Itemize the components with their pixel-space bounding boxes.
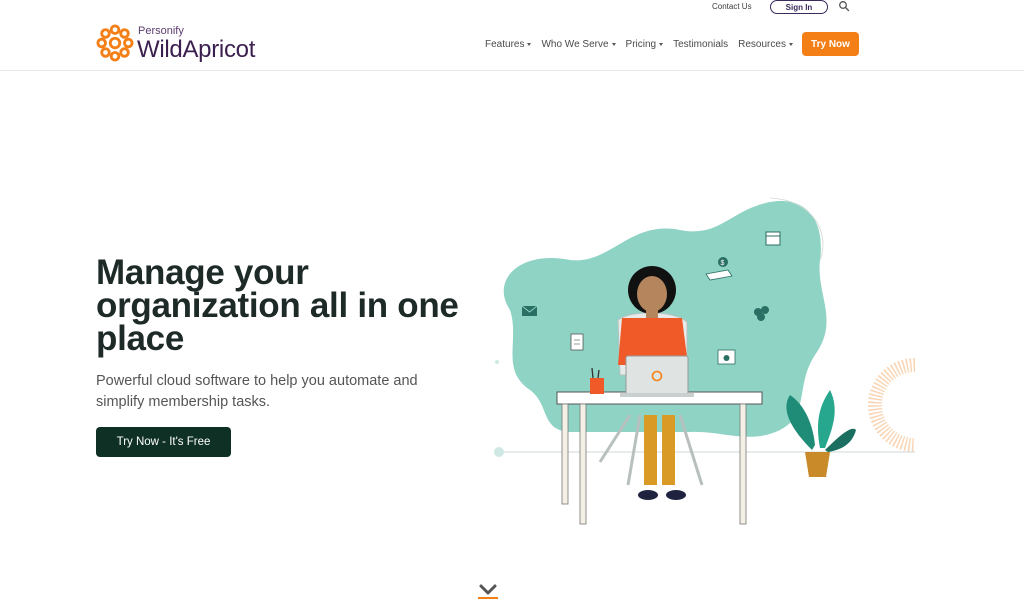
svg-text:$: $: [721, 260, 725, 267]
header-divider: [0, 70, 1024, 71]
chevron-down-icon: [788, 42, 793, 46]
try-now-free-button[interactable]: Try Now - It's Free: [96, 427, 231, 457]
logo-wildapricot-text: WildApricot: [137, 36, 256, 63]
wildapricot-logo[interactable]: Personify WildApricot: [96, 22, 276, 66]
laptop-shape: [620, 355, 694, 397]
nav-item-features[interactable]: Features: [485, 38, 532, 50]
nav-item-label: Who We Serve: [541, 38, 609, 50]
sign-in-button[interactable]: Sign In: [770, 0, 828, 14]
contact-us-link[interactable]: Contact Us: [712, 2, 752, 11]
settings-window-icon: [717, 349, 736, 365]
hero-illustration: $: [494, 197, 916, 525]
nav-item-label: Testimonials: [673, 38, 729, 50]
invoice-icon: [570, 333, 584, 351]
chevron-down-icon: [659, 42, 664, 46]
mail-icon: [521, 305, 538, 316]
search-icon[interactable]: [838, 0, 850, 12]
nav-item-resources[interactable]: Resources: [738, 39, 793, 50]
nav-item-label: Features: [485, 38, 525, 50]
striped-arc-shape: [868, 358, 916, 452]
nav-item-label: Pricing: [625, 38, 657, 50]
scroll-down-chevron-icon[interactable]: [478, 583, 498, 597]
try-now-button[interactable]: Try Now: [802, 32, 859, 56]
main-nav: Features Who We Serve Pricing Testimonia…: [485, 32, 803, 56]
hero-title: Manage your organization all in one plac…: [96, 253, 459, 358]
nav-item-pricing[interactable]: Pricing: [626, 39, 664, 50]
calendar-icon: [765, 231, 781, 246]
apricot-flower-icon: [96, 24, 134, 62]
nav-item-who-we-serve[interactable]: Who We Serve: [541, 38, 616, 50]
utility-bar: Contact Us Sign In: [0, 0, 1024, 14]
hero-subtitle: Powerful cloud software to help you auto…: [96, 373, 418, 410]
potted-plant-shape: [786, 390, 856, 477]
chevron-down-icon: [611, 42, 616, 46]
nav-item-testimonials[interactable]: Testimonials: [673, 39, 728, 50]
nav-item-label: Resources: [738, 38, 786, 50]
chevron-down-icon: [527, 42, 532, 46]
